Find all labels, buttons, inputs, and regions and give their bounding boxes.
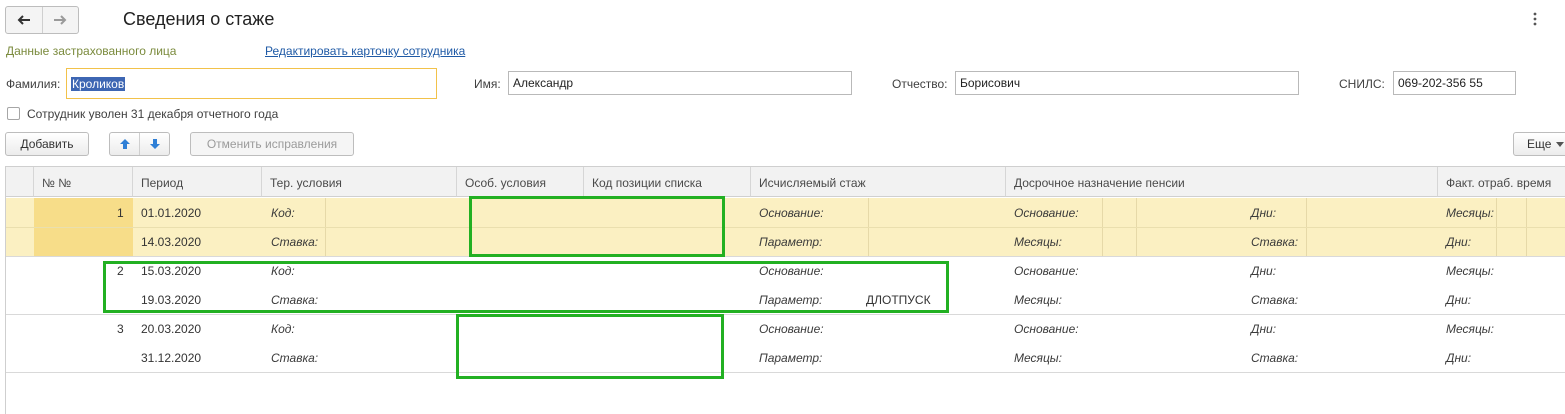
name-label: Имя: bbox=[474, 77, 501, 91]
arrow-right-icon bbox=[54, 15, 67, 25]
fact-days-label: Дни: bbox=[1446, 235, 1472, 249]
row-number: 1 bbox=[117, 206, 124, 220]
column-header-fact-worked[interactable]: Факт. отраб. время bbox=[1438, 167, 1565, 197]
forward-button[interactable] bbox=[41, 7, 79, 33]
move-down-button[interactable] bbox=[139, 133, 169, 155]
surname-value: Кроликов bbox=[71, 77, 126, 91]
move-up-button[interactable] bbox=[110, 133, 139, 155]
page-title: Сведения о стаже bbox=[123, 9, 275, 29]
surname-field[interactable]: Кроликов bbox=[66, 68, 437, 99]
early-basis-label: Основание: bbox=[1014, 322, 1079, 336]
navigation-buttons bbox=[5, 6, 79, 34]
column-header-marker bbox=[6, 167, 34, 197]
patronymic-label: Отчество: bbox=[892, 77, 948, 91]
early-months-label: Месяцы: bbox=[1014, 293, 1062, 307]
stazh-param-label: Параметр: bbox=[759, 351, 823, 365]
row-divider bbox=[6, 372, 1565, 373]
dismissed-checkbox-label[interactable]: Сотрудник уволен 31 декабря отчетного го… bbox=[27, 107, 278, 121]
fact-days-label: Дни: bbox=[1446, 293, 1472, 307]
period-start: 01.01.2020 bbox=[141, 206, 202, 220]
ter-code-label: Код: bbox=[271, 206, 295, 220]
fact-days-label: Дни: bbox=[1446, 351, 1472, 365]
dismissed-checkbox[interactable] bbox=[7, 107, 20, 120]
ter-code-label: Код: bbox=[271, 322, 295, 336]
ter-rate-label: Ставка: bbox=[271, 235, 319, 249]
stazh-basis-label: Основание: bbox=[759, 322, 824, 336]
back-button[interactable] bbox=[6, 7, 42, 33]
arrow-up-icon bbox=[119, 139, 130, 149]
early-months-label: Месяцы: bbox=[1014, 351, 1062, 365]
chevron-down-icon bbox=[1556, 141, 1565, 147]
ter-rate-label: Ставка: bbox=[271, 351, 319, 365]
early-rate-label: Ставка: bbox=[1251, 235, 1299, 249]
early-months-label: Месяцы: bbox=[1014, 235, 1062, 249]
highlight-box bbox=[456, 314, 724, 379]
early-basis-label: Основание: bbox=[1014, 206, 1079, 220]
highlight-box bbox=[103, 261, 949, 313]
snils-label: СНИЛС: bbox=[1339, 77, 1385, 91]
column-header-period[interactable]: Период bbox=[133, 167, 262, 197]
arrow-left-icon bbox=[17, 15, 30, 25]
early-days-label: Дни: bbox=[1251, 322, 1277, 336]
fact-months-label: Месяцы: bbox=[1446, 264, 1494, 278]
column-header-ter-conditions[interactable]: Тер. условия bbox=[262, 167, 457, 197]
early-basis-label: Основание: bbox=[1014, 264, 1079, 278]
cancel-corrections-button[interactable]: Отменить исправления bbox=[190, 132, 354, 156]
early-days-label: Дни: bbox=[1251, 206, 1277, 220]
fact-months-label: Месяцы: bbox=[1446, 322, 1494, 336]
name-field[interactable]: Александр bbox=[508, 71, 852, 95]
more-vertical-icon[interactable] bbox=[1531, 10, 1539, 28]
edit-employee-card-link[interactable]: Редактировать карточку сотрудника bbox=[265, 44, 465, 58]
column-header-early-pension[interactable]: Досрочное назначение пенсии bbox=[1006, 167, 1438, 197]
more-button[interactable]: Еще bbox=[1513, 132, 1565, 156]
snils-field[interactable]: 069-202-356 55 bbox=[1393, 71, 1516, 95]
column-header-number[interactable]: № № bbox=[34, 167, 133, 197]
period-end: 31.12.2020 bbox=[141, 351, 202, 365]
more-button-label: Еще bbox=[1527, 137, 1552, 151]
period-end: 14.03.2020 bbox=[141, 235, 202, 249]
early-rate-label: Ставка: bbox=[1251, 293, 1299, 307]
row-divider bbox=[6, 227, 1565, 228]
highlight-box bbox=[469, 196, 725, 257]
column-header-special-conditions[interactable]: Особ. условия bbox=[457, 167, 584, 197]
stazh-basis-label: Основание: bbox=[759, 206, 824, 220]
row-number: 3 bbox=[117, 322, 124, 336]
early-rate-label: Ставка: bbox=[1251, 351, 1299, 365]
move-buttons bbox=[109, 132, 170, 156]
column-header-position-code[interactable]: Код позиции списка bbox=[584, 167, 751, 197]
surname-label: Фамилия: bbox=[6, 77, 61, 91]
early-days-label: Дни: bbox=[1251, 264, 1277, 278]
add-button[interactable]: Добавить bbox=[5, 132, 89, 156]
patronymic-field[interactable]: Борисович bbox=[955, 71, 1299, 95]
period-start: 20.03.2020 bbox=[141, 322, 202, 336]
fact-months-label: Месяцы: bbox=[1446, 206, 1494, 220]
arrow-down-icon bbox=[149, 139, 160, 149]
column-header-calc-experience[interactable]: Исчисляемый стаж bbox=[751, 167, 1006, 197]
section-label: Данные застрахованного лица bbox=[6, 44, 177, 58]
stazh-param-label: Параметр: bbox=[759, 235, 823, 249]
